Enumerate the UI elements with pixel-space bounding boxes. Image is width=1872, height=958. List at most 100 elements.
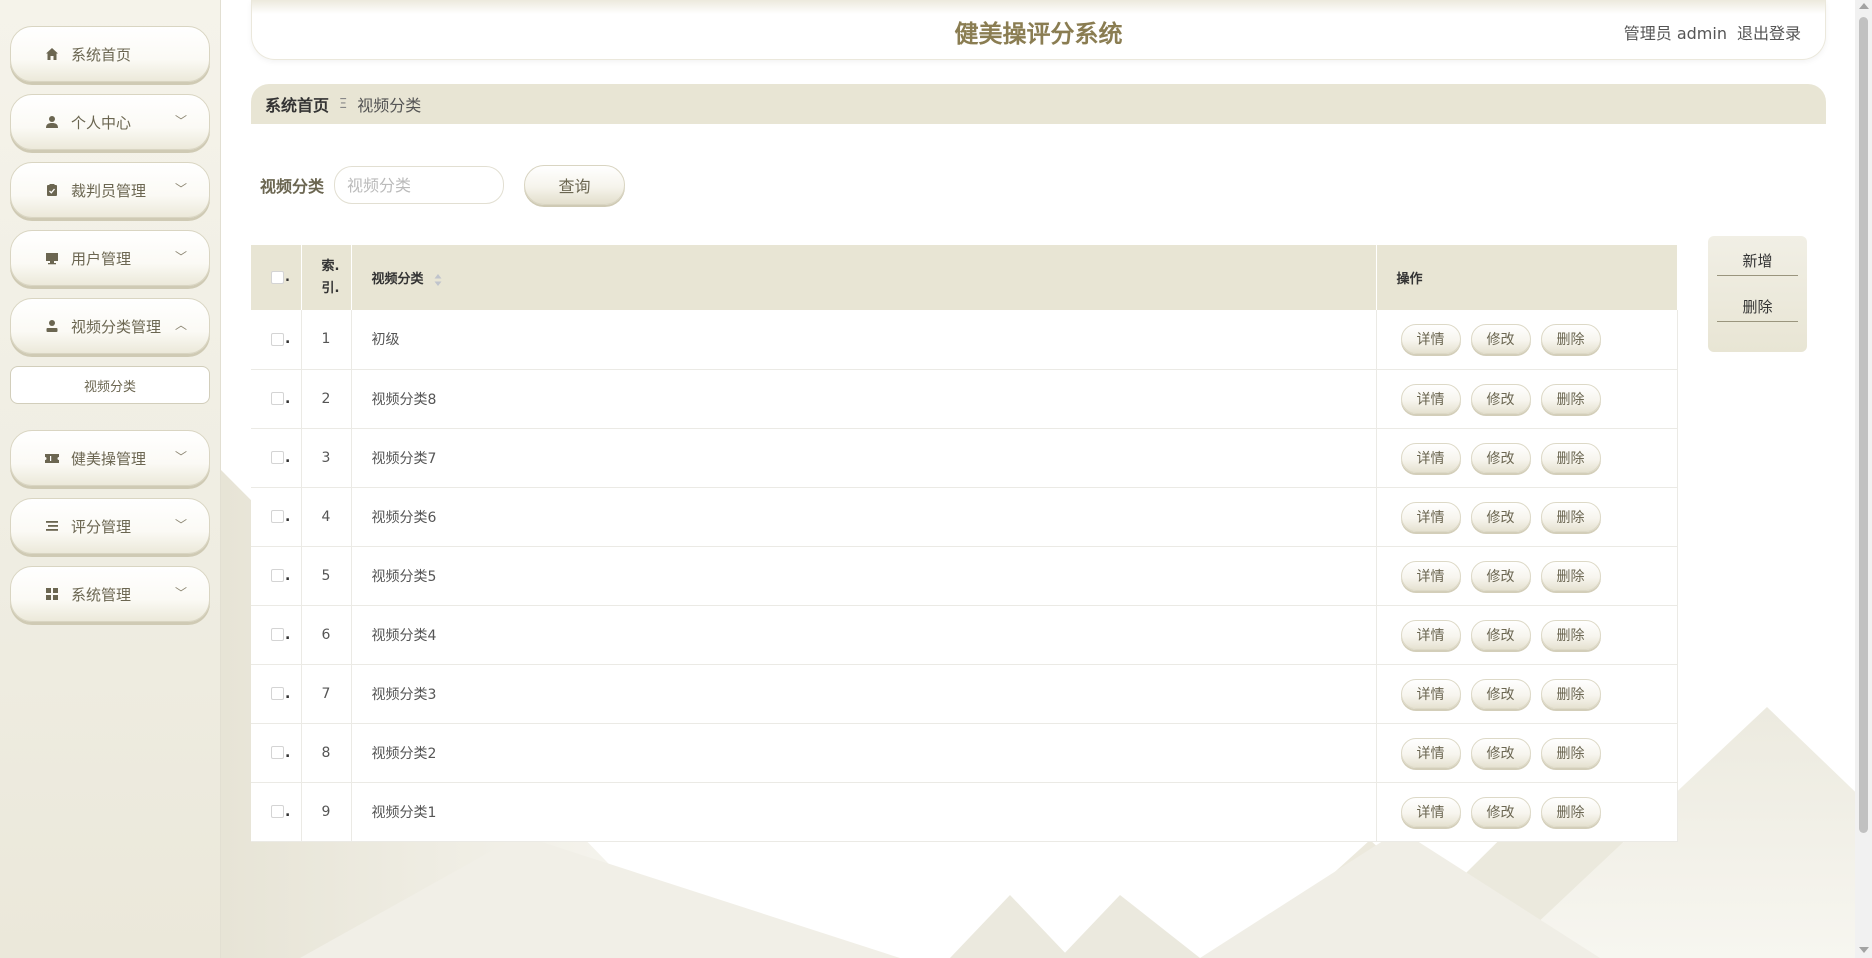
row-operations: 详情 修改 删除 <box>1376 782 1678 842</box>
edit-button[interactable]: 修改 <box>1470 324 1531 355</box>
row-operations: 详情 修改 删除 <box>1376 723 1678 783</box>
row-operations: 详情 修改 删除 <box>1376 546 1678 606</box>
row-checkbox[interactable] <box>271 569 284 582</box>
table-row: . 8 视频分类2 详情 修改 删除 <box>251 723 1678 783</box>
detail-button[interactable]: 详情 <box>1400 737 1461 768</box>
edit-button[interactable]: 修改 <box>1470 796 1531 827</box>
sidebar-item-label: 健美操管理 <box>71 449 147 468</box>
row-checkbox[interactable] <box>271 451 284 464</box>
table-row: . 2 视频分类8 详情 修改 删除 <box>251 369 1678 429</box>
chevron-down-icon: ﹀ <box>174 450 187 464</box>
delete-button[interactable]: 删除 <box>1540 678 1601 709</box>
monitor-icon <box>43 249 61 267</box>
chevron-up-icon: ︿ <box>174 318 187 332</box>
sidebar-item-label: 系统首页 <box>71 45 132 64</box>
delete-button[interactable]: 删除 <box>1540 442 1601 473</box>
sidebar-item-label: 裁判员管理 <box>71 181 147 200</box>
row-index: 1 <box>301 310 352 370</box>
detail-button[interactable]: 详情 <box>1400 442 1461 473</box>
home-icon <box>43 45 61 63</box>
delete-button[interactable]: 删除 <box>1540 796 1601 827</box>
header-select-all: . <box>251 245 302 310</box>
scrollbar-thumb[interactable] <box>1859 17 1868 833</box>
batch-delete-button[interactable]: 删除 <box>1717 292 1798 322</box>
sidebar-item-label: 视频分类管理 <box>71 317 162 336</box>
delete-button[interactable]: 删除 <box>1540 383 1601 414</box>
chevron-down-icon: ﹀ <box>174 114 187 128</box>
sidebar-item-user-management[interactable]: 用户管理 ﹀ <box>10 230 210 286</box>
row-index: 3 <box>301 428 352 488</box>
row-index: 5 <box>301 546 352 606</box>
detail-button[interactable]: 详情 <box>1400 678 1461 709</box>
edit-button[interactable]: 修改 <box>1470 678 1531 709</box>
row-video-category: 视频分类2 <box>351 723 1377 783</box>
detail-button[interactable]: 详情 <box>1400 383 1461 414</box>
delete-button[interactable]: 删除 <box>1540 501 1601 532</box>
data-table: . 索. 引. 视频分类 操作 . 1 初级 详情 修改 删除. 2 视频分类8 详情 修改 删除.… <box>251 245 1678 842</box>
scroll-up-arrow-icon[interactable] <box>1859 3 1869 9</box>
sidebar-item-aerobics-management[interactable]: 健美操管理 ﹀ <box>10 430 210 486</box>
edit-button[interactable]: 修改 <box>1470 383 1531 414</box>
table-row: . 4 视频分类6 详情 修改 删除 <box>251 487 1678 547</box>
edit-button[interactable]: 修改 <box>1470 501 1531 532</box>
detail-button[interactable]: 详情 <box>1400 560 1461 591</box>
detail-button[interactable]: 详情 <box>1400 501 1461 532</box>
row-index: 8 <box>301 723 352 783</box>
add-button[interactable]: 新增 <box>1717 246 1798 276</box>
sidebar-item-video-category-management[interactable]: 视频分类管理 ︿ <box>10 298 210 354</box>
row-checkbox[interactable] <box>271 805 284 818</box>
row-video-category: 视频分类7 <box>351 428 1377 488</box>
table-row: . 9 视频分类1 详情 修改 删除 <box>251 782 1678 842</box>
chevron-down-icon: ﹀ <box>174 250 187 264</box>
row-checkbox[interactable] <box>271 628 284 641</box>
row-select-cell: . <box>251 487 302 547</box>
row-select-cell: . <box>251 546 302 606</box>
sidebar-item-score-management[interactable]: 评分管理 ﹀ <box>10 498 210 554</box>
vertical-scrollbar[interactable] <box>1855 0 1872 958</box>
row-operations: 详情 修改 删除 <box>1376 605 1678 665</box>
detail-button[interactable]: 详情 <box>1400 619 1461 650</box>
edit-button[interactable]: 修改 <box>1470 560 1531 591</box>
select-all-checkbox[interactable] <box>271 271 284 284</box>
edit-button[interactable]: 修改 <box>1470 442 1531 473</box>
row-index: 6 <box>301 605 352 665</box>
breadcrumb-home[interactable]: 系统首页 <box>265 92 329 116</box>
delete-button[interactable]: 删除 <box>1540 619 1601 650</box>
sidebar-subitem-video-category[interactable]: 视频分类 <box>10 366 210 404</box>
sidebar-item-referee-management[interactable]: 裁判员管理 ﹀ <box>10 162 210 218</box>
row-checkbox[interactable] <box>271 687 284 700</box>
sidebar-item-home[interactable]: 系统首页 <box>10 26 210 82</box>
search-input[interactable] <box>334 166 505 204</box>
sidebar-item-system-management[interactable]: 系统管理 ﹀ <box>10 566 210 622</box>
detail-button[interactable]: 详情 <box>1400 324 1461 355</box>
sort-icon[interactable] <box>434 273 442 287</box>
header-operations: 操作 <box>1376 245 1678 310</box>
row-checkbox[interactable] <box>271 332 284 346</box>
sidebar-item-label: 个人中心 <box>71 113 132 132</box>
delete-button[interactable]: 删除 <box>1540 737 1601 768</box>
row-checkbox[interactable] <box>271 510 284 523</box>
sidebar-item-personal-center[interactable]: 个人中心 ﹀ <box>10 94 210 150</box>
row-index: 9 <box>301 782 352 842</box>
sidebar-item-label: 系统管理 <box>71 585 132 604</box>
scroll-down-arrow-icon[interactable] <box>1859 947 1869 953</box>
sidebar: 系统首页 个人中心 ﹀ 裁判员管理 ﹀ 用户管理 ﹀ 视频分类管理 ︿ 视频分类 <box>0 0 221 958</box>
search-button[interactable]: 查询 <box>524 165 626 205</box>
logout-link[interactable]: 退出登录 <box>1737 20 1801 44</box>
row-checkbox[interactable] <box>271 746 284 759</box>
delete-button[interactable]: 删除 <box>1540 560 1601 591</box>
detail-button[interactable]: 详情 <box>1400 796 1461 827</box>
edit-button[interactable]: 修改 <box>1470 619 1531 650</box>
clipboard-icon <box>43 181 61 199</box>
sidebar-item-label: 评分管理 <box>71 517 132 536</box>
table-row: . 7 视频分类3 详情 修改 删除 <box>251 664 1678 724</box>
table-header-row: . 索. 引. 视频分类 操作 <box>251 245 1678 310</box>
row-video-category: 视频分类5 <box>351 546 1377 606</box>
delete-button[interactable]: 删除 <box>1540 324 1601 355</box>
header-video-category[interactable]: 视频分类 <box>351 245 1377 310</box>
edit-button[interactable]: 修改 <box>1470 737 1531 768</box>
person-icon <box>43 317 61 335</box>
row-checkbox[interactable] <box>271 392 284 405</box>
row-select-cell: . <box>251 369 302 429</box>
row-index: 7 <box>301 664 352 724</box>
